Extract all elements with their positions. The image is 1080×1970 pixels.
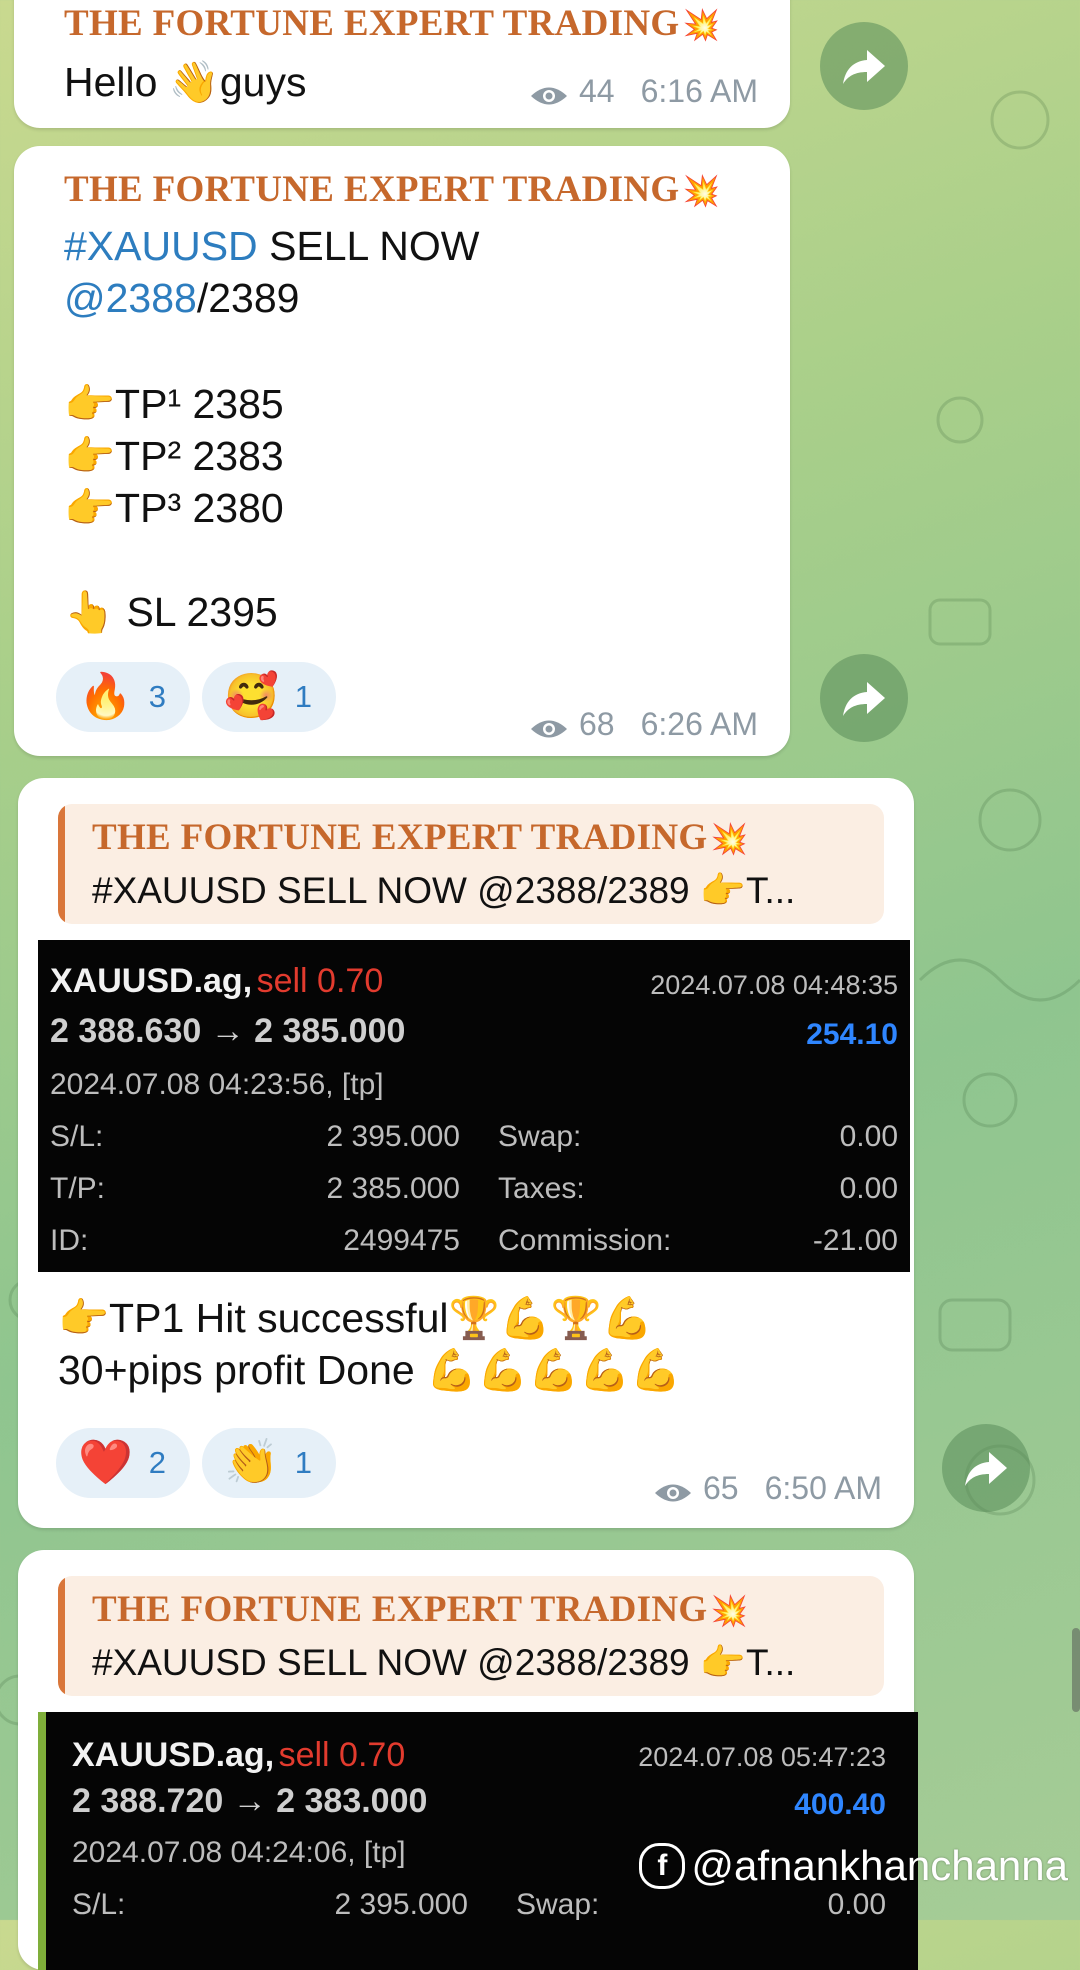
commission-value: -21.00 — [812, 1224, 898, 1257]
trade-close-time: 2024.07.08 05:47:23 — [638, 1742, 886, 1772]
view-count: 44 — [579, 73, 615, 109]
stop-loss: 👆 SL 2395 — [64, 589, 278, 635]
trade-open-time: 2024.07.08 04:23:56, [tp] — [50, 1068, 384, 1101]
message-time: 6:26 AM — [640, 706, 758, 742]
reaction-clap[interactable]: 👏 1 — [202, 1428, 336, 1498]
trade-screenshot[interactable]: XAUUSD.ag, sell 0.70 2024.07.08 04:48:35… — [38, 940, 910, 1272]
message-bubble-result-2[interactable]: THE FORTUNE EXPERT TRADING 💥 #XAUUSD SELL… — [18, 1550, 918, 1970]
result-line-2: 30+pips profit Done 💪💪💪💪💪 — [58, 1347, 682, 1393]
eye-icon — [653, 1477, 693, 1501]
view-count: 68 — [579, 706, 615, 742]
reply-quote[interactable]: THE FORTUNE EXPERT TRADING 💥 #XAUUSD SELL… — [58, 1576, 884, 1696]
facebook-icon: f — [639, 1843, 686, 1889]
eye-icon — [529, 80, 569, 104]
forward-button[interactable] — [942, 1424, 1030, 1512]
signal-line-2: @2388/2389 — [64, 275, 300, 321]
smiling-hearts-icon: 🥰 — [224, 672, 279, 721]
id-value: 2499475 — [343, 1224, 460, 1257]
trade-close-time: 2024.07.08 04:48:35 — [650, 970, 898, 1000]
reaction-count: 1 — [294, 1445, 313, 1480]
trade-symbol: XAUUSD.ag, — [72, 1736, 275, 1774]
collision-icon: 💥 — [710, 823, 749, 856]
take-profit-1: 👉TP¹ 2385 — [64, 381, 284, 427]
trade-side: sell 0.70 — [256, 962, 384, 1000]
forward-button[interactable] — [820, 22, 908, 110]
id-label: ID: — [50, 1224, 89, 1257]
trade-prices: 2 388.720 → 2 383.000 — [72, 1782, 428, 1820]
taxes-value: 0.00 — [839, 1172, 898, 1205]
reaction-count: 2 — [148, 1445, 167, 1480]
trade-header: XAUUSD.ag, sell 0.70 — [50, 962, 383, 1001]
channel-title: THE FORTUNE EXPERT TRADING 💥 — [64, 3, 721, 44]
sl-value: 2 395.000 — [326, 1120, 460, 1153]
trade-side: sell 0.70 — [278, 1736, 406, 1774]
reaction-love[interactable]: 🥰 1 — [202, 662, 336, 732]
commission-label: Commission: — [498, 1224, 672, 1257]
sl-label: S/L: — [50, 1120, 104, 1153]
view-count: 65 — [703, 1470, 739, 1506]
eye-icon — [529, 713, 569, 737]
message-bubble-greeting[interactable]: THE FORTUNE EXPERT TRADING 💥 Hello 👋guys … — [14, 0, 790, 128]
take-profit-3: 👉TP³ 2380 — [64, 485, 284, 531]
trade-profit: 254.10 — [806, 1018, 898, 1051]
collision-icon: 💥 — [682, 9, 721, 42]
take-profit-2: 👉TP² 2383 — [64, 433, 284, 479]
taxes-label: Taxes: — [498, 1172, 585, 1205]
tp-label: T/P: — [50, 1172, 106, 1205]
scrollbar[interactable] — [1072, 1628, 1080, 1712]
swap-label: Swap: — [516, 1888, 600, 1921]
tp-value: 2 385.000 — [326, 1172, 460, 1205]
hashtag-link[interactable]: #XAUUSD — [64, 223, 258, 269]
forward-icon — [843, 682, 885, 716]
signal-line-1: #XAUUSD SELL NOW — [64, 223, 480, 269]
quote-bar — [58, 1576, 65, 1696]
fire-icon: 🔥 — [78, 672, 133, 721]
reaction-count: 1 — [294, 679, 313, 714]
trade-header: XAUUSD.ag, sell 0.70 — [72, 1736, 405, 1775]
trade-symbol: XAUUSD.ag, — [50, 962, 253, 1000]
quote-text: #XAUUSD SELL NOW @2388/2389 👉T... — [92, 870, 796, 911]
heart-icon: ❤️ — [78, 1438, 133, 1487]
sl-label: S/L: — [72, 1888, 126, 1921]
quote-title: THE FORTUNE EXPERT TRADING 💥 — [92, 817, 749, 858]
message-meta: 65 6:50 AM — [653, 1470, 882, 1507]
message-time: 6:16 AM — [640, 73, 758, 109]
forward-icon — [965, 1452, 1007, 1486]
reply-quote[interactable]: THE FORTUNE EXPERT TRADING 💥 #XAUUSD SELL… — [58, 804, 884, 924]
trade-screenshot[interactable]: XAUUSD.ag, sell 0.70 2024.07.08 05:47:23… — [38, 1712, 918, 1970]
message-text: Hello 👋guys — [64, 59, 307, 105]
message-bubble-result[interactable]: THE FORTUNE EXPERT TRADING 💥 #XAUUSD SELL… — [18, 778, 914, 1528]
message-time: 6:50 AM — [764, 1470, 882, 1506]
swap-value: 0.00 — [827, 1888, 886, 1921]
quote-title: THE FORTUNE EXPERT TRADING 💥 — [92, 1589, 749, 1630]
message-meta: 44 6:16 AM — [529, 73, 758, 110]
collision-icon: 💥 — [682, 175, 721, 208]
trade-open-time: 2024.07.08 04:24:06, [tp] — [72, 1836, 406, 1869]
result-line-1: 👉TP1 Hit successful🏆💪🏆💪 — [58, 1295, 653, 1341]
reaction-count: 3 — [148, 679, 167, 714]
channel-title: THE FORTUNE EXPERT TRADING 💥 — [64, 169, 721, 210]
message-meta: 68 6:26 AM — [529, 706, 758, 743]
reaction-fire[interactable]: 🔥 3 — [56, 662, 190, 732]
sl-value: 2 395.000 — [334, 1888, 468, 1921]
swap-value: 0.00 — [839, 1120, 898, 1153]
quote-bar — [58, 804, 65, 924]
quote-text: #XAUUSD SELL NOW @2388/2389 👉T... — [92, 1642, 796, 1683]
watermark-text: @afnankhanchanna — [691, 1842, 1068, 1889]
forward-button[interactable] — [820, 654, 908, 742]
message-bubble-signal[interactable]: THE FORTUNE EXPERT TRADING 💥 #XAUUSD SELL… — [14, 146, 790, 756]
reaction-heart[interactable]: ❤️ 2 — [56, 1428, 190, 1498]
mention-link[interactable]: @2388 — [64, 275, 197, 321]
watermark: f @afnankhanchanna — [639, 1842, 1068, 1890]
swap-label: Swap: — [498, 1120, 582, 1153]
forward-icon — [843, 50, 885, 84]
trade-profit: 400.40 — [794, 1788, 886, 1821]
collision-icon: 💥 — [710, 1595, 749, 1628]
clapping-hands-icon: 👏 — [224, 1438, 279, 1487]
trade-prices: 2 388.630 → 2 385.000 — [50, 1012, 406, 1050]
